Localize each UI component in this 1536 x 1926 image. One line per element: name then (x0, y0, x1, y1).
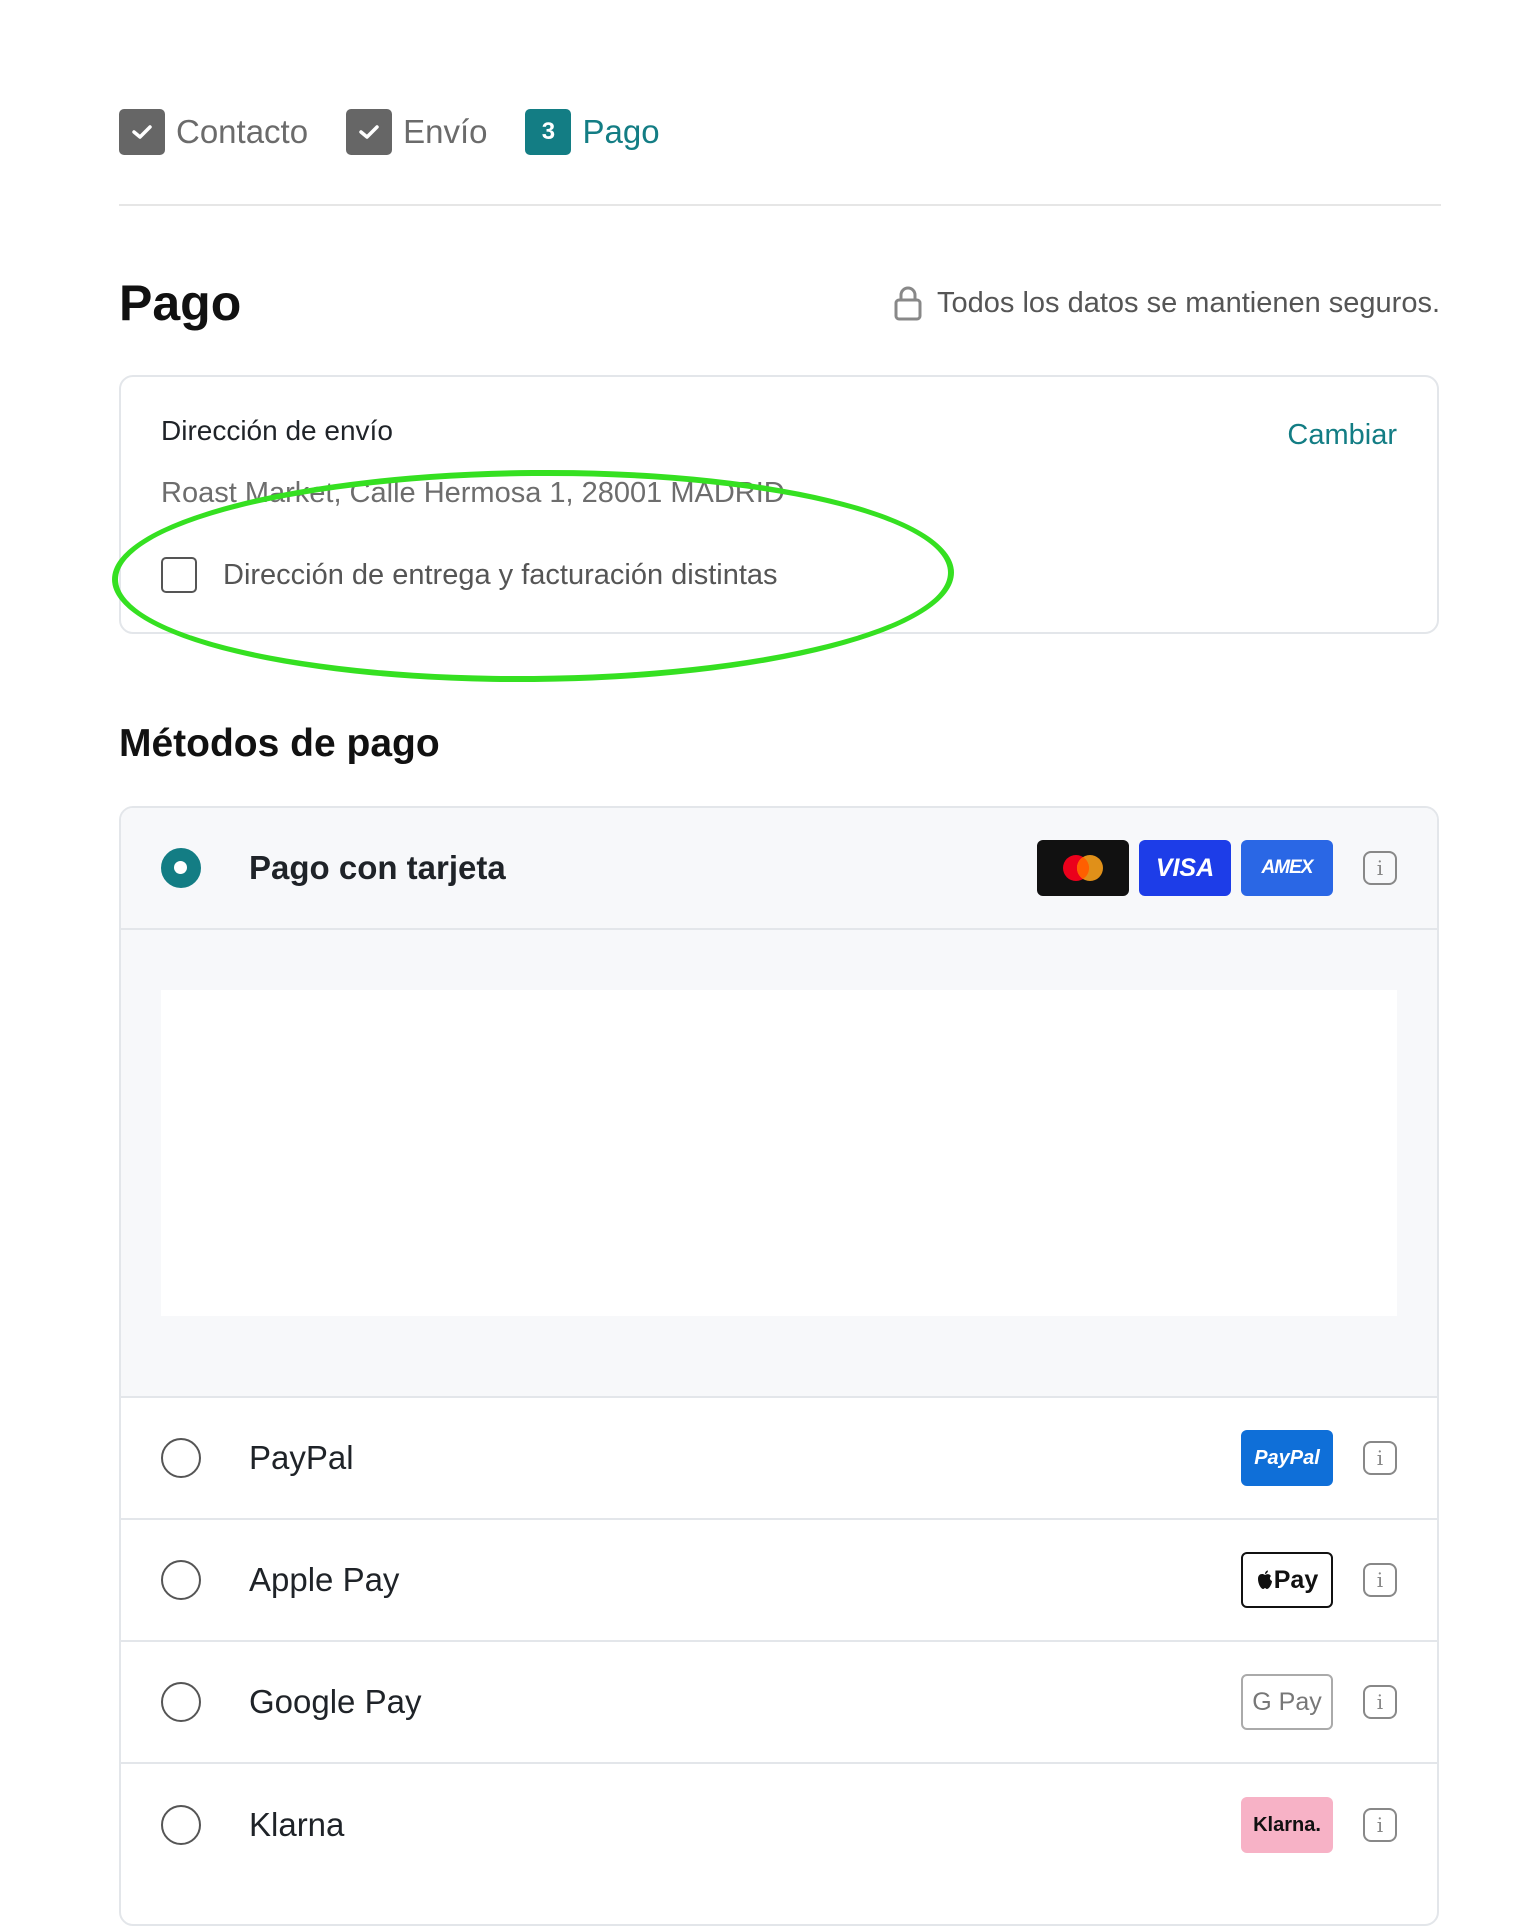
payment-method-klarna[interactable]: Klarna Klarna. i (121, 1764, 1437, 1886)
different-billing-checkbox[interactable] (161, 557, 197, 593)
method-label: Apple Pay (249, 1561, 400, 1598)
info-icon[interactable]: i (1363, 851, 1397, 885)
radio-klarna[interactable] (161, 1805, 201, 1845)
step-label: Pago (582, 113, 660, 150)
googlepay-logo-icon: G Pay (1241, 1674, 1333, 1730)
payment-method-paypal[interactable]: PayPal PayPal i (121, 1398, 1437, 1520)
method-label: Klarna (249, 1806, 345, 1843)
googlepay-logos: G Pay (1241, 1674, 1333, 1730)
page-title: Pago (119, 275, 242, 331)
apple-icon (1257, 1570, 1272, 1589)
payment-method-googlepay[interactable]: Google Pay G Pay i (121, 1642, 1437, 1764)
visa-logo-icon: VISA (1139, 840, 1231, 896)
card-form-frame[interactable] (161, 990, 1397, 1316)
amex-logo-icon: AMEX (1241, 840, 1333, 896)
klarna-logo-icon: Klarna. (1241, 1797, 1333, 1853)
info-icon[interactable]: i (1363, 1441, 1397, 1475)
lock-icon (894, 286, 922, 321)
radio-card[interactable] (161, 848, 201, 888)
payment-method-card[interactable]: Pago con tarjeta VISA AMEX i (121, 808, 1437, 930)
paypal-logo-icon: PayPal (1241, 1430, 1333, 1486)
step-pago: 3 Pago (525, 109, 660, 155)
different-billing-option[interactable]: Dirección de entrega y facturación disti… (161, 557, 778, 593)
info-icon[interactable]: i (1363, 1685, 1397, 1719)
payment-method-applepay[interactable]: Apple Pay Pay i (121, 1520, 1437, 1642)
applepay-logos: Pay (1241, 1552, 1333, 1608)
payment-methods-list: Pago con tarjeta VISA AMEX i PayPal PayP… (119, 806, 1439, 1926)
shipping-address-card: Dirección de envío Cambiar Roast Market,… (119, 375, 1439, 634)
step-envio[interactable]: Envío (346, 109, 487, 155)
info-icon[interactable]: i (1363, 1808, 1397, 1842)
radio-applepay[interactable] (161, 1560, 201, 1600)
klarna-logos: Klarna. (1241, 1797, 1333, 1853)
mastercard-logo-icon (1037, 840, 1129, 896)
card-logos: VISA AMEX (1037, 840, 1333, 896)
payment-methods-title: Métodos de pago (119, 722, 440, 765)
shipping-address-text: Roast Market, Calle Hermosa 1, 28001 MAD… (161, 477, 785, 509)
info-icon[interactable]: i (1363, 1563, 1397, 1597)
step-number: 3 (525, 109, 572, 155)
method-label: Google Pay (249, 1683, 422, 1720)
change-address-link[interactable]: Cambiar (1287, 419, 1397, 452)
card-form-container (121, 930, 1437, 1398)
step-label: Envío (403, 113, 488, 150)
applepay-logo-icon: Pay (1241, 1552, 1333, 1608)
check-icon (346, 109, 393, 155)
applepay-logo-text: Pay (1273, 1565, 1319, 1594)
secure-note-text: Todos los datos se mantienen seguros. (937, 286, 1440, 319)
shipping-address-title: Dirección de envío (161, 415, 393, 446)
method-label: PayPal (249, 1439, 354, 1476)
different-billing-label: Dirección de entrega y facturación disti… (223, 558, 778, 591)
radio-paypal[interactable] (161, 1438, 201, 1478)
step-contacto[interactable]: Contacto (119, 109, 308, 155)
step-label: Contacto (176, 113, 309, 150)
paypal-logos: PayPal (1241, 1430, 1333, 1486)
divider (119, 204, 1441, 206)
method-label: Pago con tarjeta (249, 849, 506, 886)
check-icon (119, 109, 165, 155)
secure-note: Todos los datos se mantienen seguros. (893, 284, 1440, 322)
checkout-stepper: Contacto Envío 3 Pago (119, 108, 698, 156)
radio-googlepay[interactable] (161, 1682, 201, 1722)
